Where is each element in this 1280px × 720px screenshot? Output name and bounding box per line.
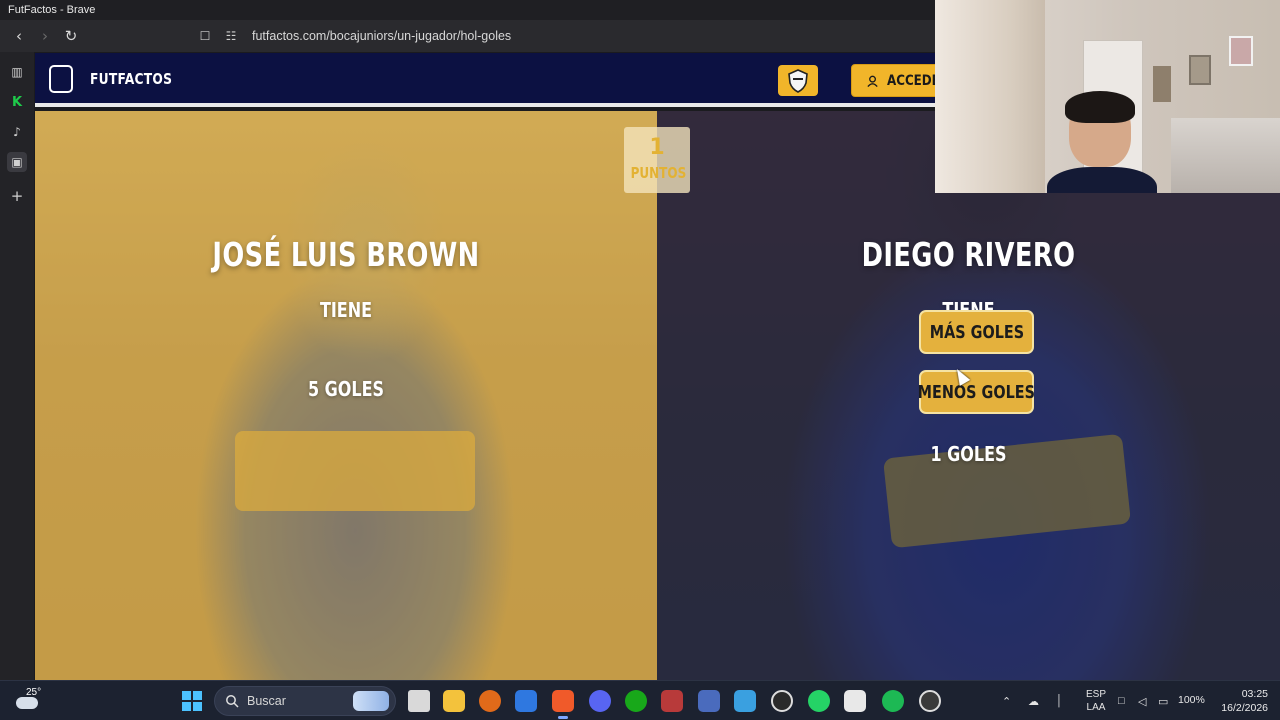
left-player-panel: JOSÉ LUIS BROWN TIENE 5 GOLES xyxy=(35,111,657,680)
network-icon[interactable]: □ xyxy=(1118,681,1125,720)
whatsapp-icon[interactable] xyxy=(808,690,830,712)
address-bar[interactable]: ☐ ☷ futfactos.com/bocajuniors/un-jugador… xyxy=(196,24,512,48)
score-value: 1 xyxy=(649,135,665,160)
battery-percent: 100% xyxy=(1178,694,1205,706)
user-icon xyxy=(867,75,878,87)
file-explorer-icon[interactable] xyxy=(443,690,465,712)
browser-sidebar: ▥ K ♪ ▣ + xyxy=(0,52,34,680)
more-goals-button[interactable]: MÁS GOLES xyxy=(919,310,1034,354)
media-player-icon[interactable] xyxy=(771,690,793,712)
kick-icon[interactable]: K xyxy=(7,92,27,112)
less-goals-button[interactable]: MENOS GOLES xyxy=(918,370,1035,414)
winrar-icon[interactable] xyxy=(661,690,683,712)
spotify-icon[interactable] xyxy=(882,690,904,712)
shield-icon xyxy=(788,68,808,93)
score-label: PUNTOS xyxy=(630,164,687,182)
back-icon[interactable]: ‹ xyxy=(8,25,30,47)
right-player-panel: DIEGO RIVERO TIENE MÁS GOLES MENOS GOLES… xyxy=(657,111,1280,680)
futfactos-logo[interactable] xyxy=(49,65,73,93)
weather-widget[interactable]: 25° xyxy=(12,687,46,715)
mic-icon[interactable]: │ xyxy=(1056,681,1063,720)
taskbar: 25° Buscar ⌃ ☁ │ ESP LAA □ ◁ ▭ 100% 03:2… xyxy=(0,680,1280,720)
search-label: Buscar xyxy=(247,694,286,708)
right-player-stat: 1 GOLES xyxy=(930,442,1007,466)
store-icon[interactable] xyxy=(515,690,537,712)
forward-icon[interactable]: › xyxy=(34,25,56,47)
onedrive-icon[interactable]: ☁ xyxy=(1028,681,1039,720)
brave-icon[interactable] xyxy=(552,690,574,719)
tray-chevron-icon[interactable]: ⌃ xyxy=(1002,681,1011,720)
brand-name[interactable]: FUTFACTOS xyxy=(90,70,172,88)
sidebar-panel-icon[interactable]: ▥ xyxy=(7,62,27,82)
calculator-icon[interactable] xyxy=(698,690,720,712)
futfactos-app-icon[interactable]: ▣ xyxy=(7,152,27,172)
reload-icon[interactable]: ↻ xyxy=(60,25,82,47)
webcam-overlay xyxy=(935,0,1280,193)
notepad-icon[interactable] xyxy=(734,690,756,712)
language-indicator[interactable]: ESP LAA xyxy=(1084,688,1108,714)
start-icon[interactable] xyxy=(182,691,202,711)
xbox-icon[interactable] xyxy=(625,690,647,712)
left-player-name: JOSÉ LUIS BROWN xyxy=(212,235,480,274)
volume-icon[interactable]: ◁ xyxy=(1138,681,1146,720)
task-view-icon[interactable] xyxy=(408,690,430,712)
search-highlight-art xyxy=(353,691,389,711)
screen: FutFactos - Brave ‹ › ↻ ☐ ☷ futfactos.co… xyxy=(0,0,1280,720)
right-player-name: DIEGO RIVERO xyxy=(861,235,1076,274)
app-white-icon[interactable] xyxy=(844,690,866,712)
left-player-stat: 5 GOLES xyxy=(307,377,385,401)
search-icon xyxy=(226,695,239,708)
url-text[interactable]: futfactos.com/bocajuniors/un-jugador/hol… xyxy=(252,29,511,43)
battery-icon[interactable]: ▭ xyxy=(1158,681,1168,720)
discord-icon[interactable] xyxy=(589,690,611,712)
taskbar-search[interactable]: Buscar xyxy=(214,686,396,716)
site-settings-icon[interactable]: ☷ xyxy=(222,29,240,43)
club-shield-button[interactable] xyxy=(778,65,818,96)
clock-date: 16/2/2026 xyxy=(1221,702,1268,714)
streamer xyxy=(1047,91,1157,193)
clock-time: 03:25 xyxy=(1241,688,1268,700)
left-player-has-label: TIENE xyxy=(319,298,373,322)
add-icon[interactable]: + xyxy=(7,186,27,206)
cloud-icon xyxy=(16,697,38,709)
speaker-icon[interactable]: ♪ xyxy=(7,122,27,142)
app-orange-icon[interactable] xyxy=(479,690,501,712)
system-clock[interactable]: 03:25 16/2/2026 xyxy=(1210,687,1274,715)
score-box: 1 PUNTOS xyxy=(624,127,690,193)
weather-temp: 25° xyxy=(26,687,42,698)
bookmark-icon[interactable]: ☐ xyxy=(196,29,214,43)
obs-icon[interactable] xyxy=(919,690,941,712)
